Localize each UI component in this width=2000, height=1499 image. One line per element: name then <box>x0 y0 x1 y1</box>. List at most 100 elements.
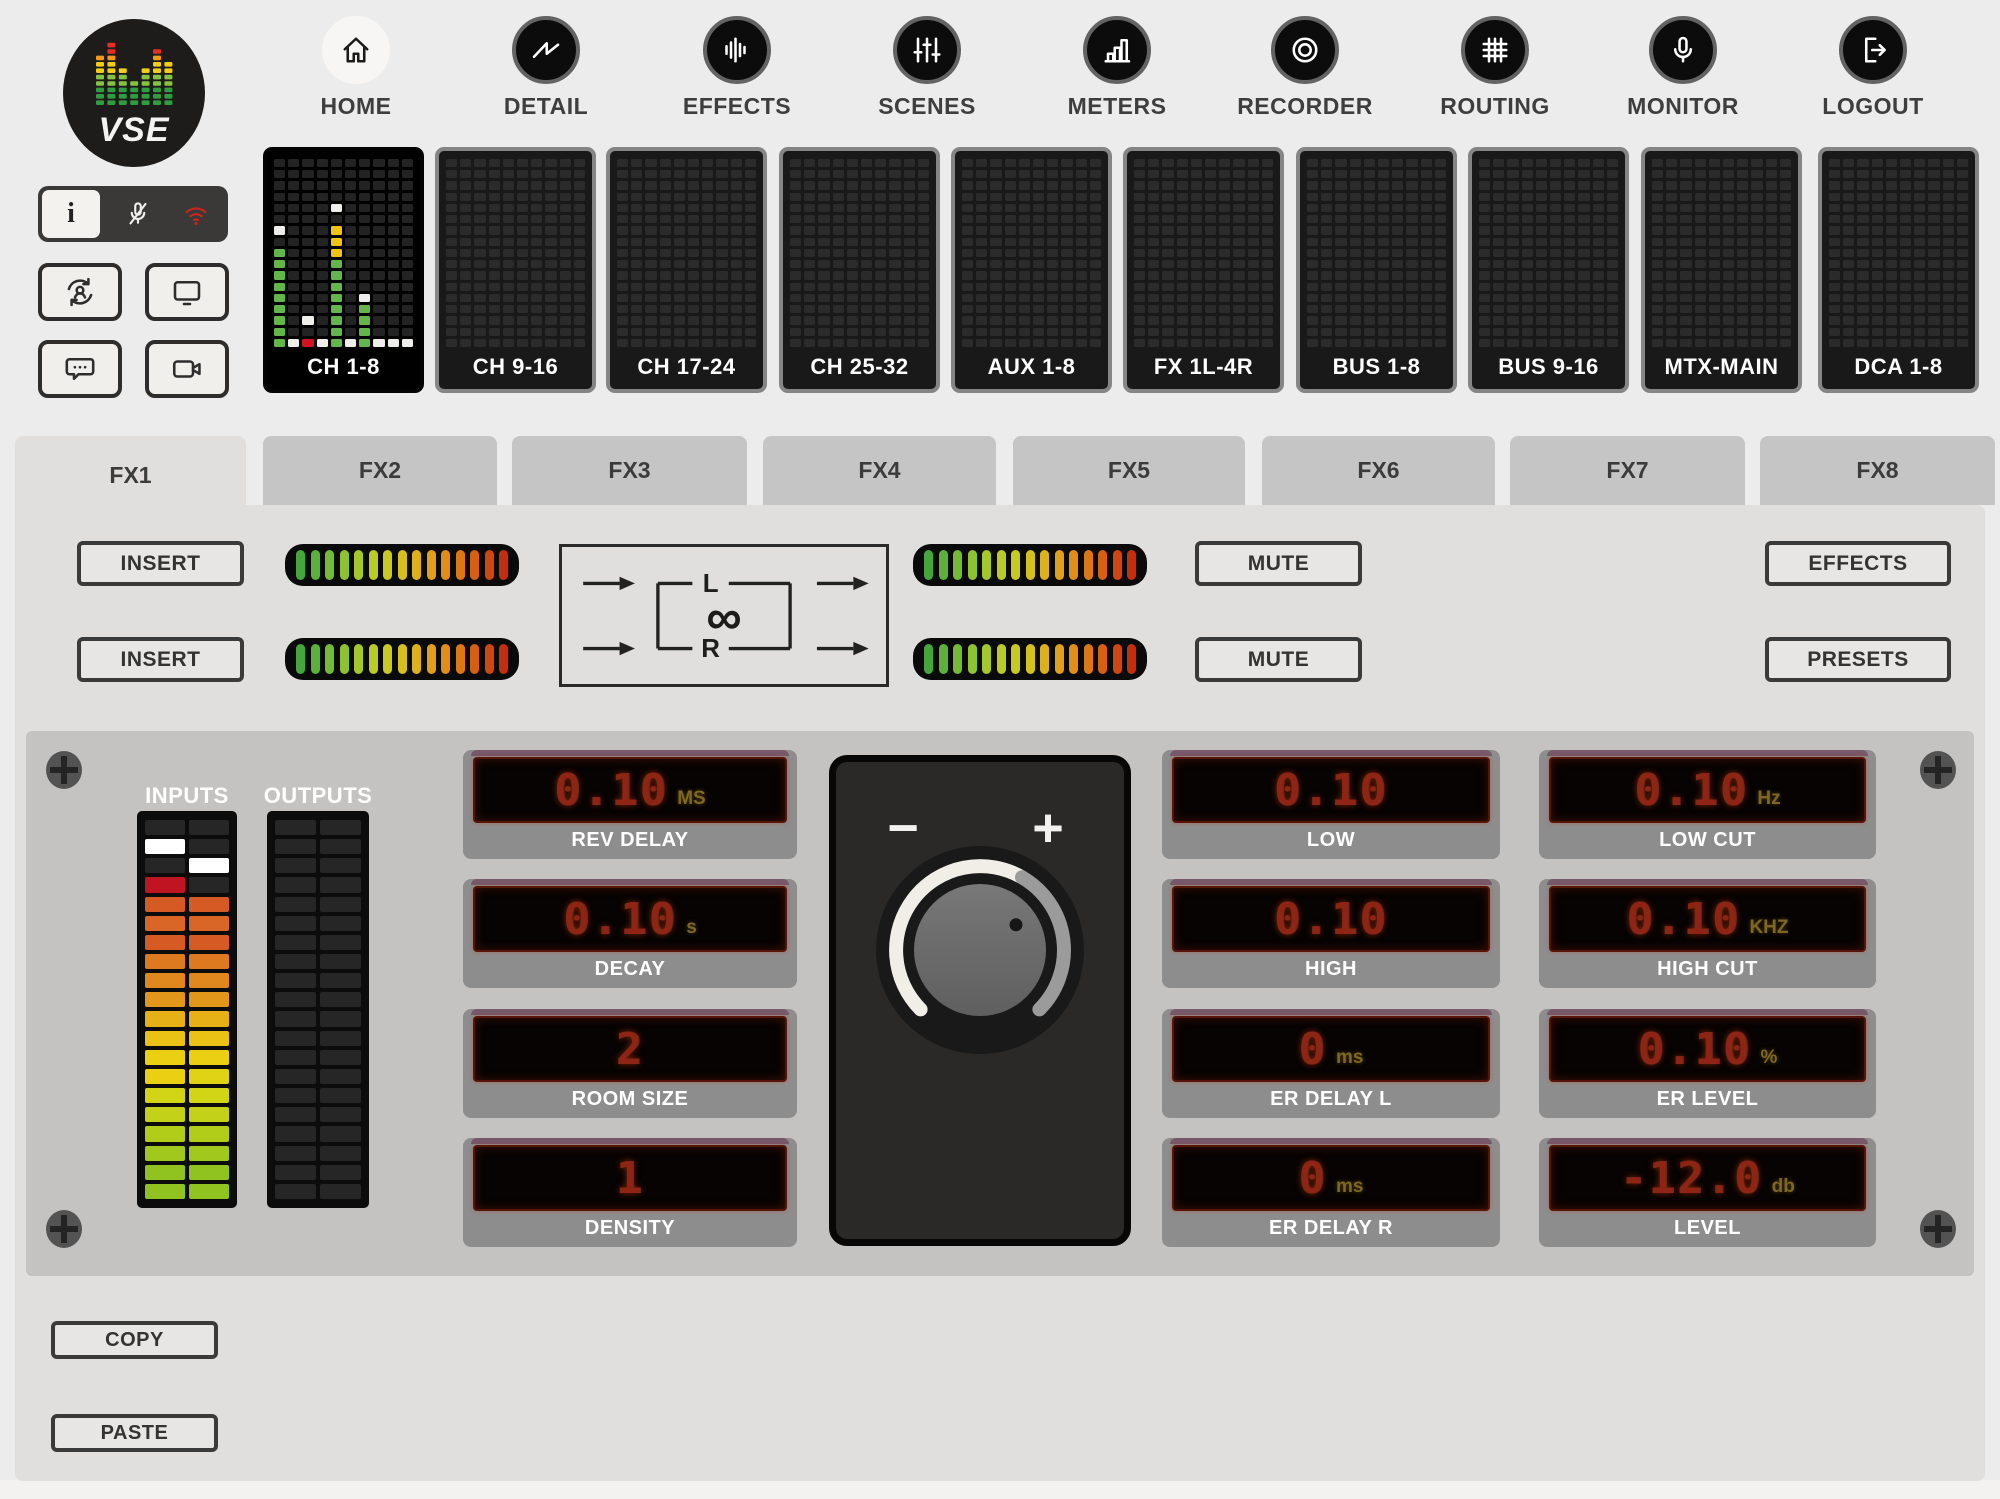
fx-tab-fx6[interactable]: FX6 <box>1262 436 1495 505</box>
meter-cell <box>320 877 361 893</box>
lcd-value: 0.10 <box>563 893 678 945</box>
lcd-decay[interactable]: 0.10 s DECAY <box>463 879 797 988</box>
copy-button[interactable]: COPY <box>51 1321 218 1359</box>
fx-tab-fx7[interactable]: FX7 <box>1510 436 1745 505</box>
meter-cell <box>302 159 314 168</box>
lcd-high-cut[interactable]: 0.10 KHZ HIGH CUT <box>1539 879 1876 988</box>
knob-face[interactable] <box>914 884 1046 1016</box>
nav-item-monitor[interactable]: MONITOR <box>1603 16 1763 120</box>
meter-cell <box>344 271 357 280</box>
fx-tab-fx4[interactable]: FX4 <box>763 436 996 505</box>
meter-bank-ch-9-16[interactable]: CH 9-16 <box>435 147 596 393</box>
led-segment <box>470 644 479 674</box>
led-segment <box>982 644 991 674</box>
user-sync-button[interactable] <box>38 263 122 321</box>
meter-bank-aux-1-8[interactable]: AUX 1-8 <box>951 147 1112 393</box>
meter-cell <box>1148 226 1160 235</box>
meter-cell <box>1004 203 1016 213</box>
fx-tab-fx5[interactable]: FX5 <box>1013 436 1245 505</box>
meter-cell <box>1521 159 1533 168</box>
mute-button-right[interactable]: MUTE <box>1195 637 1362 682</box>
meter-cell <box>1843 248 1855 258</box>
meter-cell <box>330 282 342 291</box>
meter-bank-ch-25-32[interactable]: CH 25-32 <box>779 147 940 393</box>
meter-bank-bus-9-16[interactable]: BUS 9-16 <box>1468 147 1629 393</box>
meter-cell <box>1493 260 1505 269</box>
nav-item-logout[interactable]: LOGOUT <box>1793 16 1953 120</box>
meter-cell <box>1307 271 1319 280</box>
lcd-low-cut[interactable]: 0.10 Hz LOW CUT <box>1539 750 1876 859</box>
meter-cell <box>446 237 458 246</box>
meter-cell <box>1694 159 1706 168</box>
value-knob[interactable] <box>859 829 1101 1071</box>
fx-tab-fx1[interactable]: FX1 <box>15 436 246 514</box>
meter-cell <box>1694 316 1706 325</box>
effects-button[interactable]: EFFECTS <box>1765 541 1951 586</box>
insert-button-left[interactable]: INSERT <box>77 541 244 586</box>
lcd-er-level[interactable]: 0.10% ER LEVEL <box>1539 1009 1876 1118</box>
nav-item-scenes[interactable]: SCENES <box>847 16 1007 120</box>
lcd-rev-delay[interactable]: 0.10 MS REV DELAY <box>463 750 797 859</box>
info-button[interactable]: i <box>42 190 100 238</box>
nav-item-routing[interactable]: ROUTING <box>1415 16 1575 120</box>
meter-cell <box>1148 170 1160 179</box>
meter-bank-ch-17-24[interactable]: CH 17-24 <box>606 147 767 393</box>
nav-item-recorder[interactable]: RECORDER <box>1225 16 1385 120</box>
lcd-er-delay-l[interactable]: 0 ms ER DELAY L <box>1162 1009 1500 1118</box>
meter-bank-fx-1l-4r[interactable]: FX 1L-4R <box>1123 147 1284 393</box>
meter-cell <box>189 1068 229 1085</box>
meter-cell <box>1521 305 1533 314</box>
meter-bank-mtx-main[interactable]: MTX-MAIN <box>1641 147 1802 393</box>
lcd-low[interactable]: 0.10 LOW <box>1162 750 1500 859</box>
meter-cell <box>716 248 728 258</box>
meter-cell <box>274 305 286 314</box>
meter-cell <box>1363 203 1375 213</box>
chat-button[interactable] <box>38 340 122 398</box>
presets-button[interactable]: PRESETS <box>1765 637 1951 682</box>
paste-button[interactable]: PASTE <box>51 1414 218 1452</box>
fx-tab-fx8[interactable]: FX8 <box>1760 436 1995 505</box>
meter-cell <box>1307 338 1319 347</box>
fx-tab-fx3[interactable]: FX3 <box>512 436 747 505</box>
mic-muted-icon[interactable] <box>123 199 153 229</box>
lcd-level[interactable]: -12.0 db LEVEL <box>1539 1138 1876 1247</box>
insert-button-right[interactable]: INSERT <box>77 637 244 682</box>
led-segment <box>412 550 421 580</box>
nav-item-meters[interactable]: METERS <box>1037 16 1197 120</box>
meter-cell <box>401 271 413 280</box>
meter-cell <box>1261 237 1273 246</box>
meter-cell <box>1751 282 1763 291</box>
meter-cell <box>1507 338 1519 347</box>
screen-share-button[interactable] <box>145 263 229 321</box>
meter-cell <box>359 215 371 224</box>
meter-bank-ch-1-8[interactable]: CH 1-8 <box>263 147 424 393</box>
lcd-high[interactable]: 0.10 HIGH <box>1162 879 1500 988</box>
meter-cell <box>573 159 585 168</box>
meter-cell <box>1942 305 1954 314</box>
nav-item-detail[interactable]: DETAIL <box>466 16 626 120</box>
meter-cell <box>373 260 385 269</box>
meter-cell <box>1261 293 1273 303</box>
video-camera-button[interactable] <box>145 340 229 398</box>
meter-cell <box>516 248 529 258</box>
lcd-er-delay-r[interactable]: 0 ms ER DELAY R <box>1162 1138 1500 1247</box>
lcd-density[interactable]: 1 DENSITY <box>463 1138 797 1247</box>
fx-tab-fx2[interactable]: FX2 <box>263 436 497 505</box>
meter-cell <box>344 192 357 201</box>
nav-item-effects[interactable]: EFFECTS <box>657 16 817 120</box>
nav-item-home[interactable]: HOME <box>276 16 436 120</box>
meter-cell <box>1089 271 1101 280</box>
led-segment <box>1083 550 1093 580</box>
meter-cell <box>1578 327 1590 336</box>
meter-cell <box>1751 226 1763 235</box>
meter-cell <box>1652 260 1664 269</box>
meter-cell <box>559 293 571 303</box>
led-segment <box>1098 550 1107 580</box>
meter-bank-bus-1-8[interactable]: BUS 1-8 <box>1296 147 1457 393</box>
meter-cell <box>344 260 357 269</box>
mute-button-left[interactable]: MUTE <box>1195 541 1362 586</box>
lcd-screen: 0 ms <box>1172 1016 1490 1082</box>
meter-bank-dca-1-8[interactable]: DCA 1-8 <box>1818 147 1979 393</box>
lcd-room-size[interactable]: 2 ROOM SIZE <box>463 1009 797 1118</box>
meter-cell <box>673 282 685 291</box>
